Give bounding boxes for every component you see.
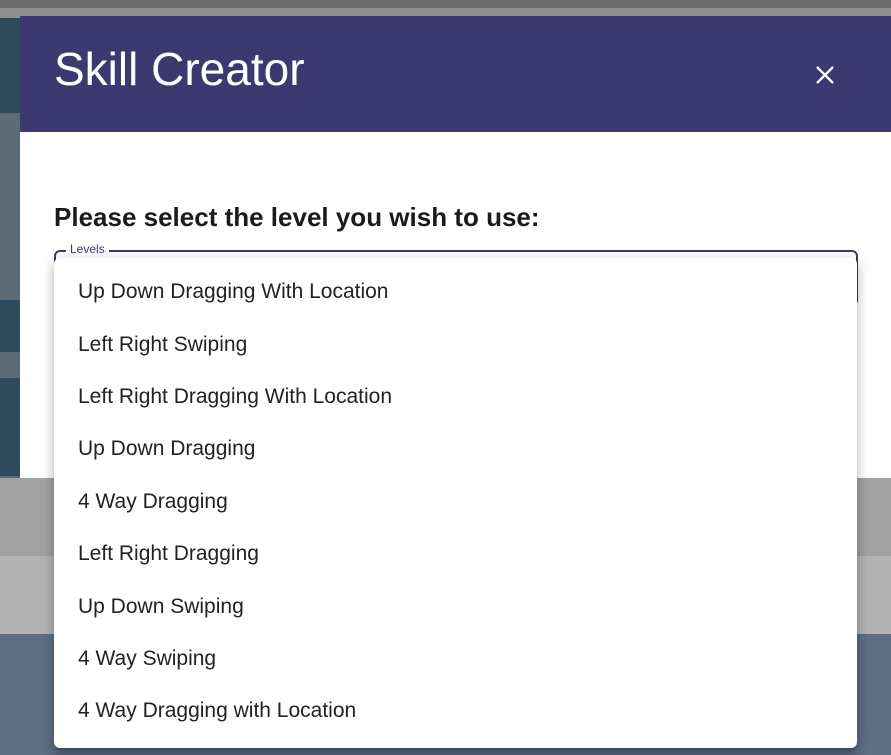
menu-item-level[interactable]: Up Down Dragging With Location <box>54 266 857 318</box>
background-nav-block <box>0 300 20 352</box>
dialog-header: Skill Creator <box>20 16 891 132</box>
dialog-title: Skill Creator <box>54 43 305 95</box>
levels-dropdown-menu: Up Down Dragging With Location Left Righ… <box>54 258 857 748</box>
menu-item-level[interactable]: 4 Way Swiping <box>54 633 857 685</box>
menu-item-level[interactable]: Left Right Swiping <box>54 318 857 370</box>
background-nav-block <box>0 378 20 476</box>
menu-item-level[interactable]: 4 Way Dragging with Location <box>54 685 857 737</box>
menu-item-level[interactable]: Left Right Dragging With Location <box>54 371 857 423</box>
background-top-bar <box>0 0 891 8</box>
menu-item-level[interactable]: 4 Way Dragging <box>54 476 857 528</box>
background-nav-block <box>0 18 20 113</box>
close-icon <box>816 66 834 84</box>
menu-item-level[interactable]: Left Right Dragging <box>54 528 857 580</box>
menu-item-level[interactable]: Up Down Dragging <box>54 423 857 475</box>
levels-select-label: Levels <box>66 242 109 256</box>
menu-item-level[interactable]: Up Down Swiping <box>54 580 857 632</box>
level-prompt: Please select the level you wish to use: <box>54 202 540 232</box>
close-button[interactable] <box>808 58 842 92</box>
